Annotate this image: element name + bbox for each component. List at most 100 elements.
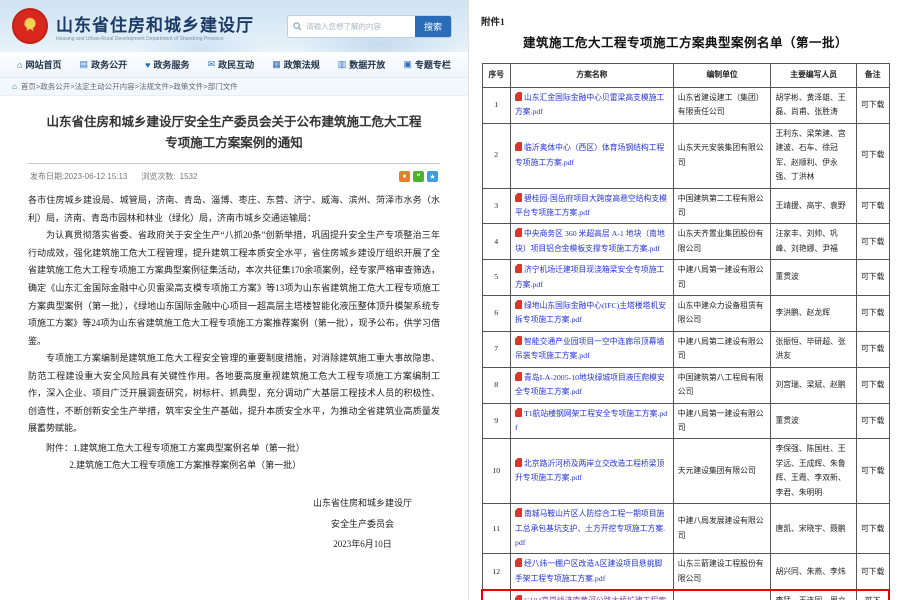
nav-item-label: 政民互动 [218,58,254,71]
plan-link[interactable]: 绿地山东国际金融中心(IFC)主塔楼塔机安拆专项施工方案.pdf [515,301,666,324]
attachments-label: 附件： [46,443,73,453]
attachment-line: 2.建筑施工危大工程专项施工方案推荐案例名单（第一批） [69,457,440,475]
nav-item-label: 政务服务 [153,58,189,71]
plan-name-cell: 南城马鞍山片区人防综合工程一期项目施工总承包基坑支护、土方开挖专项施工方案.pd… [510,504,673,554]
authors-cell: 董贯波 [771,260,856,296]
eye-icon[interactable]: ● [399,171,410,182]
note-cell: 可下载 [856,331,889,367]
table-row: 10北京路沂河桥及两岸立交改造工程桥梁顶升专项施工方案.pdf天元建设集团有限公… [482,439,889,504]
special-icon: ▣ [403,59,412,70]
attachment-1: 1.建筑施工危大工程专项施工方案典型案例名单（第一批） [73,443,305,453]
nav-item-2[interactable]: ▤政务公开 [80,58,128,71]
plan-link[interactable]: G104京岚线济南黄河公路大桥扩建工程索塔专项施工方案.pdf [515,596,666,600]
plan-link[interactable]: T1航站楼钢网架工程安全专项施工方案.pdf [515,409,667,432]
signature-line: 山东省住房和城乡建设厅 [313,493,412,514]
plan-link[interactable]: 中央商务区 360 米超高层 A-1 地块（南地块）项目铝合金模板支撑专项施工方… [515,229,665,252]
nav-item-6[interactable]: ▥数据开放 [338,58,386,71]
plan-link[interactable]: 智能交通产业园项目一空中连廊吊顶幕墙吊装专项施工方案.pdf [515,337,664,360]
plan-name-cell: G104京岚线济南黄河公路大桥扩建工程索塔专项施工方案.pdf [510,590,673,600]
plan-link[interactable]: 经八纬一棚户区改造A区建设项目悬挑脚手架工程专项施工方案.pdf [515,559,662,582]
attachment-document: 附件1 建筑施工危大工程专项施工方案典型案例名单（第一批） 序号方案名称编制单位… [468,0,900,600]
table-row: 12经八纬一棚户区改造A区建设项目悬挑脚手架工程专项施工方案.pdf山东三箭建设… [482,554,889,590]
note-cell: 可下载 [856,439,889,504]
article: 山东省住房和城乡建设厅安全生产委员会关于公布建筑施工危大工程专项施工方案案例的通… [0,96,468,475]
pdf-icon [515,193,522,202]
plan-link[interactable]: 青岛I-A-2005-10地块绿城项目液压爬模安全专项施工方案.pdf [515,373,665,396]
site-title-en: Housing and Urban-Rural Development Depa… [56,36,238,42]
plan-link[interactable]: 临沂奥体中心（西区）体育场钢结构工程专项施工方案.pdf [515,143,664,166]
main-nav: ⌂网站首页 ▤政务公开 ♥政务服务 ✉政民互动 ▦政策法规 ▥数据开放 ▣专题专栏 [0,52,468,78]
home-icon: ⌂ [12,82,17,91]
serial-cell: 1 [482,88,510,124]
table-row: 1山东汇金国际金融中心贝雷梁高支模施工方案.pdf山东省建设建工（集团）有限责任… [482,88,889,124]
chat-bubbles-icon[interactable]: ❞ [413,171,424,182]
article-title: 山东省住房和城乡建设厅安全生产委员会关于公布建筑施工危大工程专项施工方案案例的通… [28,112,440,153]
note-cell: 可下载 [856,590,889,600]
interaction-icon: ✉ [208,59,216,70]
plan-name-cell: 青岛I-A-2005-10地块绿城项目液压爬模安全专项施工方案.pdf [510,367,673,403]
policy-icon: ▦ [272,59,281,70]
authors-cell: 张振恒、毕研超、张洪友 [771,331,856,367]
attachment-label: 附件1 [481,14,890,28]
nav-item-7[interactable]: ▣专题专栏 [403,58,451,71]
plan-link[interactable]: 碧桂园·国岳府项目大跨度高悬空结构支模平台专项施工方案.pdf [515,194,667,217]
site-search: 搜索 [287,15,452,38]
plan-name-cell: 山东汇金国际金融中心贝雷梁高支模施工方案.pdf [510,88,673,124]
nav-item-3[interactable]: ♥政务服务 [145,58,189,71]
pdf-icon [515,558,522,567]
nav-item-1[interactable]: ⌂网站首页 [17,58,61,71]
search-button[interactable]: 搜索 [415,16,451,37]
plan-link[interactable]: 山东汇金国际金融中心贝雷梁高支模施工方案.pdf [515,93,664,116]
attachments-block: 附件：1.建筑施工危大工程专项施工方案典型案例名单（第一批） 2.建筑施工危大工… [28,440,440,475]
plan-link[interactable]: 济宁机场迁建项目现浇箱梁安全专项施工方案.pdf [515,265,664,288]
pdf-icon [515,300,522,309]
unit-cell: 中建八局第二建设有限公司 [673,331,771,367]
pdf-icon [515,142,522,151]
nav-item-4[interactable]: ✉政民互动 [208,58,255,71]
table-row: 6绿地山东国际金融中心(IFC)主塔楼塔机安拆专项施工方案.pdf山东中建众力设… [482,296,889,332]
pdf-icon [515,228,522,237]
site-header: ★ 山东省住房和城乡建设厅 Housing and Urban-Rural De… [0,0,468,52]
search-input[interactable] [306,16,415,37]
note-cell: 可下载 [856,296,889,332]
authors-cell: 董贯波 [771,403,856,439]
unit-cell: 山东中建众力设备租赁有限公司 [673,296,771,332]
plan-link[interactable]: 南城马鞍山片区人防综合工程一期项目施工总承包基坑支护、土方开挖专项施工方案.pd… [515,509,665,547]
nav-item-label: 网站首页 [25,58,61,71]
unit-cell: 山东天元安装集团有限公司 [673,123,771,188]
nav-item-label: 专题专栏 [415,58,451,71]
breadcrumb-trail[interactable]: 首页>政务公开>法定主动公开内容>法规文件>政策文件>部门文件 [21,81,238,92]
pdf-icon [515,264,522,273]
authors-cell: 唐凯、宋晓宇、聂鹏 [771,504,856,554]
search-icon [288,16,306,37]
serial-cell: 8 [482,367,510,403]
nav-item-label: 数据开放 [349,58,385,71]
plan-link[interactable]: 北京路沂河桥及两岸立交改造工程桥梁顶升专项施工方案.pdf [515,459,664,482]
pdf-icon [515,408,522,417]
article-paragraph: 为认真贯彻落实省委、省政府关于安全生产“八抓20条”创新举措，巩固提升安全生产专… [28,227,440,350]
unit-cell: 山东天齐置业集团股份有限公司 [673,224,771,260]
article-meta: 发布日期:2023-06-12 15:13 浏览次数: 1532 ●❞★ [28,164,440,192]
table-row: 9T1航站楼钢网架工程安全专项施工方案.pdf中建八局第一建设有限公司董贯波可下… [482,403,889,439]
table-row: 7智能交通产业园项目一空中连廊吊顶幕墙吊装专项施工方案.pdf 中建八局第二建设有… [482,331,889,367]
signature-line: 安全生产委员会 [313,514,412,535]
pdf-icon [515,336,522,345]
article-body: 各市住房城乡建设局、城管局，济南、青岛、淄博、枣庄、东营、济宁、威海、滨州、菏泽… [28,192,440,438]
serial-cell: 11 [482,504,510,554]
nav-item-label: 政策法规 [284,58,320,71]
authors-cell: 胡学彬、黄泽雄、王磊、尚甫、张胜涛 [771,88,856,124]
serial-cell: 10 [482,439,510,504]
unit-cell: 中建八局发展建设有限公司 [673,504,771,554]
openness-icon: ▤ [80,59,89,70]
serial-cell: 5 [482,260,510,296]
pdf-icon [515,372,522,381]
site-title-block: 山东省住房和城乡建设厅 Housing and Urban-Rural Deve… [56,11,254,42]
note-cell: 可下载 [856,224,889,260]
serial-cell: 7 [482,331,510,367]
breadcrumb: ⌂ 首页>政务公开>法定主动公开内容>法规文件>政策文件>部门文件 [0,78,468,96]
plan-name-cell: 智能交通产业园项目一空中连廊吊顶幕墙吊装专项施工方案.pdf [510,331,673,367]
star-icon[interactable]: ★ [427,171,438,182]
serial-cell: 13 [482,590,510,600]
nav-item-5[interactable]: ▦政策法规 [272,58,320,71]
authors-cell: 胡兴同、朱燕、李炜 [771,554,856,590]
